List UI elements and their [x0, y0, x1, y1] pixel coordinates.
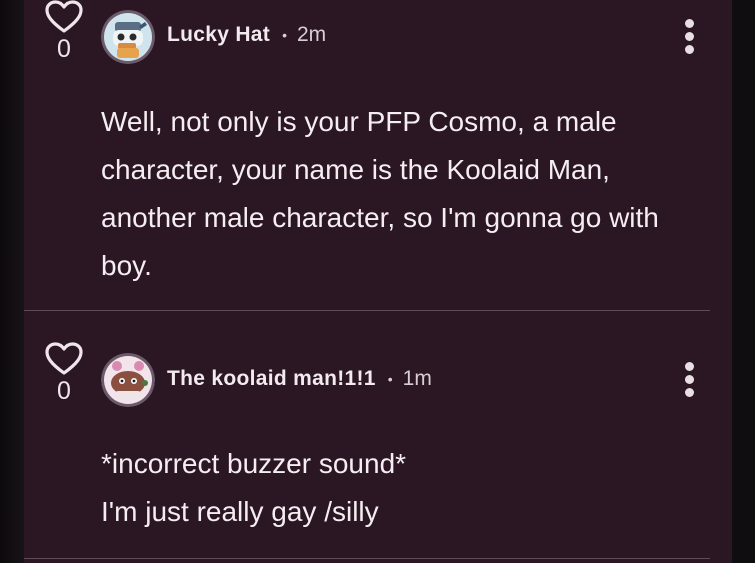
comment-divider — [24, 558, 710, 559]
more-vertical-icon[interactable] — [679, 19, 699, 59]
comment-text-line: I'm just really gay /silly — [101, 496, 379, 527]
like-count: 0 — [57, 377, 71, 405]
comment-header: The koolaid man!1!1 • 1m — [167, 366, 432, 392]
cartoon-creature-avatar[interactable] — [101, 353, 155, 407]
comment-text-line: boy. — [101, 250, 152, 281]
more-vertical-icon[interactable] — [679, 362, 699, 402]
timestamp: 2m — [296, 23, 327, 46]
comment-text: Well, not only is your PFP Cosmo, a male… — [101, 98, 721, 290]
comment-text-line: *incorrect buzzer sound* — [101, 448, 407, 479]
comment-text-line: Well, not only is your PFP Cosmo, a male — [101, 106, 617, 137]
background-edge-left — [0, 0, 24, 563]
separator-dot: • — [387, 371, 393, 387]
username-link[interactable]: Lucky Hat — [167, 23, 270, 47]
timestamp: 1m — [402, 367, 432, 390]
like-control: 0 — [44, 342, 84, 404]
comments-panel[interactable]: 0 Lucky Hat • 2m Well, not only is your … — [24, 0, 732, 563]
cartoon-character-avatar[interactable] — [101, 10, 155, 64]
comment-divider — [24, 310, 710, 311]
app-window: 0 Lucky Hat • 2m Well, not only is your … — [0, 0, 755, 563]
comment-item: 0 The koolaid man!1!1 • 1m *incorrect bu… — [24, 312, 732, 562]
comment-text-line: another male character, so I'm gonna go … — [101, 202, 659, 233]
comment-text: *incorrect buzzer sound* I'm just really… — [101, 440, 721, 536]
separator-dot: • — [282, 27, 287, 43]
heart-outline-icon[interactable] — [44, 0, 84, 34]
like-control: 0 — [44, 0, 84, 62]
like-count: 0 — [57, 35, 71, 63]
background-edge-right — [732, 0, 755, 563]
comment-header: Lucky Hat • 2m — [167, 22, 326, 48]
username-link[interactable]: The koolaid man!1!1 — [167, 367, 376, 391]
comment-text-line: character, your name is the Koolaid Man, — [101, 154, 610, 185]
comment-item: 0 Lucky Hat • 2m Well, not only is your … — [24, 0, 732, 312]
heart-outline-icon[interactable] — [44, 342, 84, 376]
